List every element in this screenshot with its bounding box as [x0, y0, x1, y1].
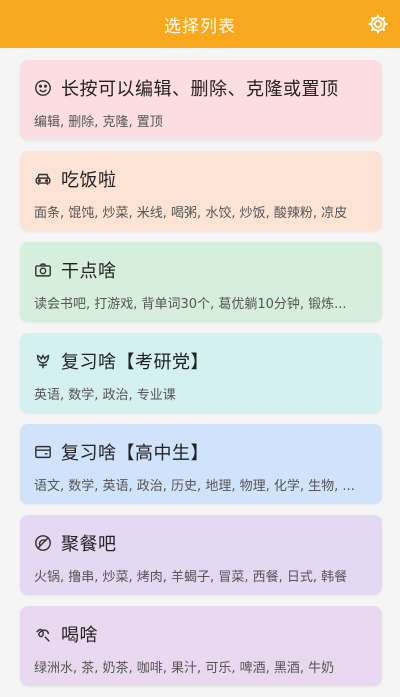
wallet-icon [35, 445, 51, 459]
list-card-4[interactable]: 复习啥【考研党】 英语, 数学, 政治, 专业课 [20, 333, 382, 413]
list-card-2[interactable]: 吃饭啦 面条, 馄饨, 炒菜, 米线, 喝粥, 水饺, 炒饭, 酸辣粉, 凉皮 [20, 151, 382, 231]
card-subtitle: 面条, 馄饨, 炒菜, 米线, 喝粥, 水饺, 炒饭, 酸辣粉, 凉皮 [34, 206, 348, 221]
smiley-icon [35, 80, 51, 96]
card-subtitle: 编辑, 删除, 克隆, 置顶 [34, 115, 163, 130]
card-title: 聚餐吧 [61, 534, 117, 555]
list-card-5[interactable]: 复习啥【高中生】 语文, 数学, 英语, 政治, 历史, 地理, 物理, 化学,… [20, 424, 382, 504]
card-subtitle: 语文, 数学, 英语, 政治, 历史, 地理, 物理, 化学, 生物, ... [34, 479, 355, 494]
card-title: 复习啥【考研党】 [61, 352, 209, 373]
camera-icon [35, 263, 51, 277]
card-subtitle: 英语, 数学, 政治, 专业课 [34, 388, 176, 403]
list-card-3[interactable]: 干点啥 读会书吧, 打游戏, 背单词30个, 葛优躺10分钟, 锻炼... [20, 242, 382, 322]
list-card-7[interactable]: 喝啥 绿洲水, 茶, 奶茶, 咖啡, 果汁, 可乐, 啤酒, 黑酒, 牛奶 [20, 606, 382, 686]
no-meat-icon [35, 535, 51, 551]
card-title: 复习啥【高中生】 [61, 443, 209, 464]
card-subtitle: 读会书吧, 打游戏, 背单词30个, 葛优躺10分钟, 锻炼... [34, 297, 347, 312]
gear-icon[interactable] [366, 12, 390, 36]
list-card-6[interactable]: 聚餐吧 火锅, 撸串, 炒菜, 烤肉, 羊蝎子, 冒菜, 西餐, 日式, 韩餐 [20, 515, 382, 595]
noodle-icon [36, 628, 50, 642]
card-subtitle: 火锅, 撸串, 炒菜, 烤肉, 羊蝎子, 冒菜, 西餐, 日式, 韩餐 [34, 570, 348, 585]
choice-list: 长按可以编辑、删除、克隆或置顶 编辑, 删除, 克隆, 置顶 吃饭啦 面条, 馄… [20, 60, 382, 697]
car-icon [35, 173, 51, 185]
card-title: 长按可以编辑、删除、克隆或置顶 [61, 79, 339, 100]
card-title: 吃饭啦 [61, 170, 117, 191]
top-bar: 选择列表 [0, 0, 400, 48]
tulip-icon [36, 354, 50, 369]
card-title: 干点啥 [61, 261, 117, 282]
list-card-1[interactable]: 长按可以编辑、删除、克隆或置顶 编辑, 删除, 克隆, 置顶 [20, 60, 382, 140]
page-title: 选择列表 [164, 16, 236, 37]
card-title: 喝啥 [61, 625, 98, 646]
